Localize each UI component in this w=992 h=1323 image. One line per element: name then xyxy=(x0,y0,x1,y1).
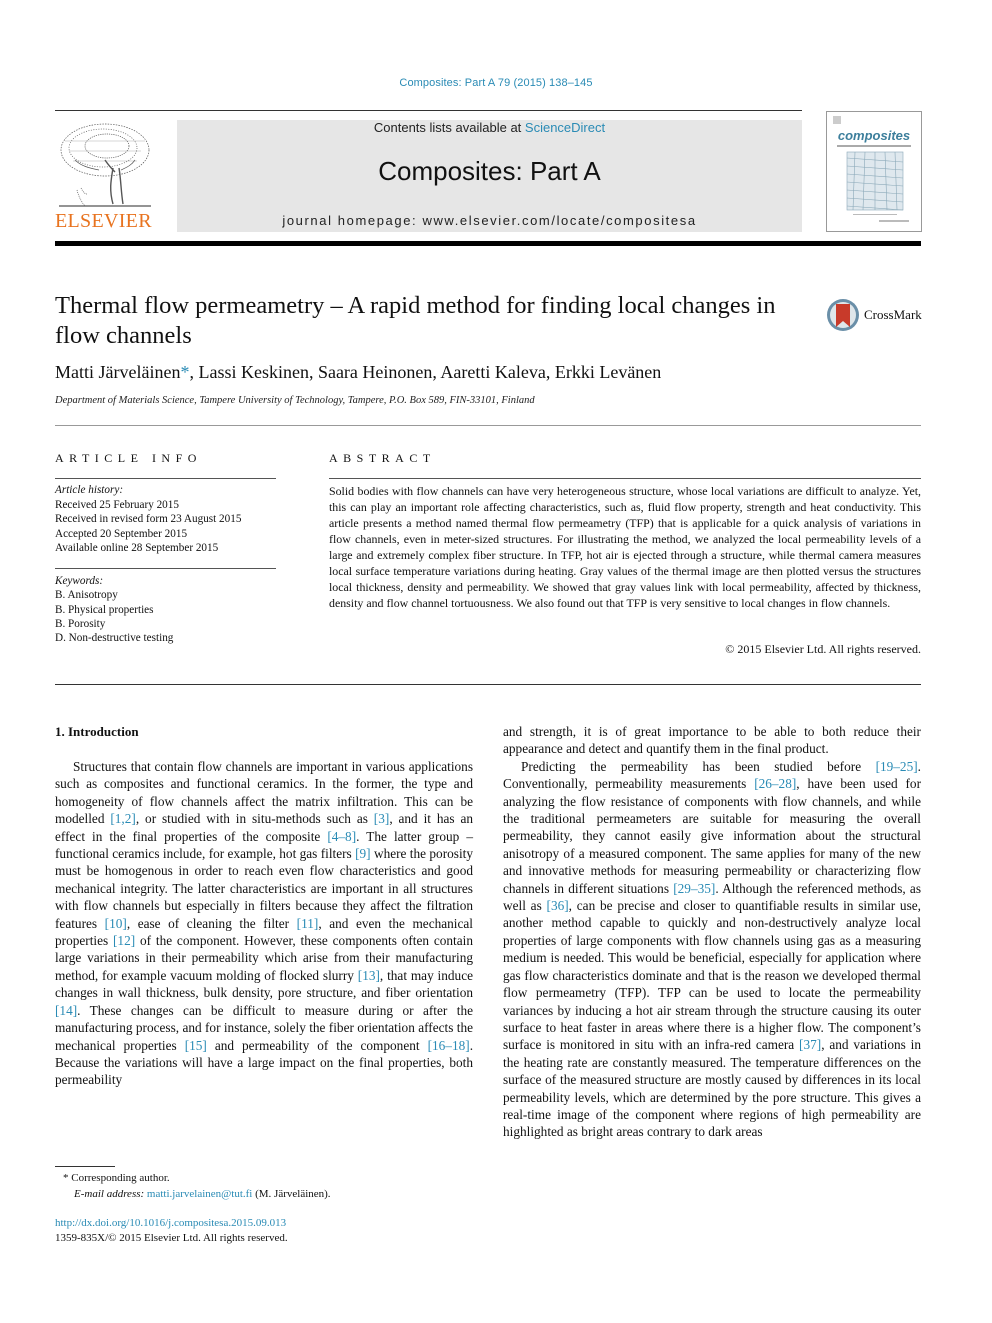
history-item: Received 25 February 2015 xyxy=(55,498,179,511)
paragraph-text: , or studied with in situ-methods such a… xyxy=(135,811,374,827)
abstract-copyright: © 2015 Elsevier Ltd. All rights reserved… xyxy=(725,642,921,656)
keyword-item: D. Non-destructive testing xyxy=(55,632,174,645)
contents-prefix: Contents lists available at xyxy=(373,120,525,135)
abstract-text: Solid bodies with flow channels can have… xyxy=(329,484,921,610)
tree-icon xyxy=(59,123,151,207)
keyword-item: B. Physical properties xyxy=(55,603,154,616)
paragraph-text: , have been used for analyzing the flow … xyxy=(503,776,921,896)
email-label: E-mail address: xyxy=(74,1188,147,1200)
footnote-marker: * xyxy=(63,1172,69,1184)
citation-reference-link[interactable]: [37] xyxy=(799,1037,821,1052)
body-column-left: Structures that contain flow channels ar… xyxy=(55,758,473,1089)
article-title: Thermal flow permeametry – A rapid metho… xyxy=(55,292,776,349)
intro-paragraph-continued: and strength, it is of great importance … xyxy=(503,724,921,757)
crossmark-icon xyxy=(827,299,859,331)
affiliation-rule xyxy=(55,425,921,426)
citation-reference-link[interactable]: [12] xyxy=(113,933,135,948)
abstract-rule xyxy=(329,478,921,479)
intro-paragraph: Predicting the permeability has been stu… xyxy=(503,758,921,1141)
body-column-right: and strength, it is of great importance … xyxy=(503,723,921,1141)
journal-cover-thumbnail[interactable]: composites xyxy=(826,111,922,232)
doi-block: http://dx.doi.org/10.1016/j.compositesa.… xyxy=(55,1216,288,1246)
citation-reference-link[interactable]: [16–18] xyxy=(428,1038,470,1053)
citation-reference-link[interactable]: [36] xyxy=(547,898,569,913)
citation-reference-link[interactable]: [9] xyxy=(355,846,371,861)
article-info-rule xyxy=(55,478,276,479)
keywords: Keywords: B. Anisotropy B. Physical prop… xyxy=(55,574,280,645)
section-heading-introduction: 1. Introduction xyxy=(55,724,139,739)
article-info-heading: ARTICLE INFO xyxy=(55,451,202,465)
keywords-label: Keywords: xyxy=(55,575,104,587)
svg-text:composites: composites xyxy=(838,128,910,143)
citation-reference-link[interactable]: [29–35] xyxy=(673,881,715,896)
cover-image-icon: composites xyxy=(833,116,911,222)
keyword-item: B. Anisotropy xyxy=(55,589,118,602)
paragraph-text: and permeability of the component xyxy=(206,1037,428,1053)
intro-paragraph: Structures that contain flow channels ar… xyxy=(55,758,473,1089)
citation-reference-link[interactable]: [1,2] xyxy=(110,811,135,826)
body-separator-rule xyxy=(55,684,921,685)
journal-title: Composites: Part A xyxy=(378,156,601,186)
email-link[interactable]: matti.jarvelainen@tut.fi xyxy=(147,1188,252,1200)
citation-reference-link[interactable]: [3] xyxy=(374,811,390,826)
citation-reference-link[interactable]: [4–8] xyxy=(327,829,356,844)
paragraph-text: , can be precise and closer to quantifia… xyxy=(503,898,921,1053)
masthead-thick-rule xyxy=(55,241,921,246)
paragraph-text: , and variations in the heating rate are… xyxy=(503,1037,921,1140)
history-item: Accepted 20 September 2015 xyxy=(55,527,188,540)
journal-masthead: Contents lists available at ScienceDirec… xyxy=(177,120,802,232)
issn-copyright: 1359-835X/© 2015 Elsevier Ltd. All right… xyxy=(55,1232,288,1244)
citation-reference-link[interactable]: [19–25] xyxy=(876,759,918,774)
author-coauthors: , Lassi Keskinen, Saara Heinonen, Aarett… xyxy=(189,362,662,382)
header-rule xyxy=(55,110,802,111)
author-list: Matti Järveläinen*, Lassi Keskinen, Saar… xyxy=(55,362,661,383)
journal-citation-link[interactable]: Composites: Part A 79 (2015) 138–145 xyxy=(0,77,992,89)
footnote-text: Corresponding author. xyxy=(71,1172,170,1184)
keyword-item: B. Porosity xyxy=(55,617,106,630)
corresponding-author-footnote: * Corresponding author. E-mail address: … xyxy=(55,1170,331,1202)
footnote-rule xyxy=(55,1166,115,1167)
affiliation: Department of Materials Science, Tampere… xyxy=(55,395,535,406)
article-history: Article history: Received 25 February 20… xyxy=(55,483,280,556)
citation-reference-link[interactable]: [10] xyxy=(105,916,127,931)
author-corresponding[interactable]: Matti Järveläinen xyxy=(55,362,180,382)
citation-reference-link[interactable]: [14] xyxy=(55,1003,77,1018)
contents-line: Contents lists available at ScienceDirec… xyxy=(177,120,802,135)
citation-reference-link[interactable]: [13] xyxy=(358,968,380,983)
history-item: Received in revised form 23 August 2015 xyxy=(55,513,242,525)
keywords-rule xyxy=(55,568,276,569)
publisher-wordmark: ELSEVIER xyxy=(55,210,152,232)
homepage-url-link[interactable]: www.elsevier.com/locate/compositesa xyxy=(422,213,696,228)
citation-reference-link[interactable]: [26–28] xyxy=(754,776,796,791)
citation-reference-link[interactable]: [15] xyxy=(185,1038,207,1053)
history-label: Article history: xyxy=(55,484,124,496)
crossmark-label: CrossMark xyxy=(864,307,922,322)
homepage-prefix: journal homepage: xyxy=(282,213,423,228)
history-item: Available online 28 September 2015 xyxy=(55,542,219,554)
crossmark-button[interactable]: CrossMark xyxy=(826,298,936,334)
paragraph-text: , ease of cleaning the filter xyxy=(126,915,297,931)
doi-link[interactable]: http://dx.doi.org/10.1016/j.compositesa.… xyxy=(55,1216,288,1231)
abstract-heading: ABSTRACT xyxy=(329,451,436,465)
sciencedirect-link[interactable]: ScienceDirect xyxy=(525,120,605,135)
paragraph-text: Predicting the permeability has been stu… xyxy=(521,758,876,774)
citation-reference-link[interactable]: [11] xyxy=(297,916,319,931)
email-suffix: (M. Järveläinen). xyxy=(252,1188,331,1200)
journal-homepage: journal homepage: www.elsevier.com/locat… xyxy=(177,213,802,228)
